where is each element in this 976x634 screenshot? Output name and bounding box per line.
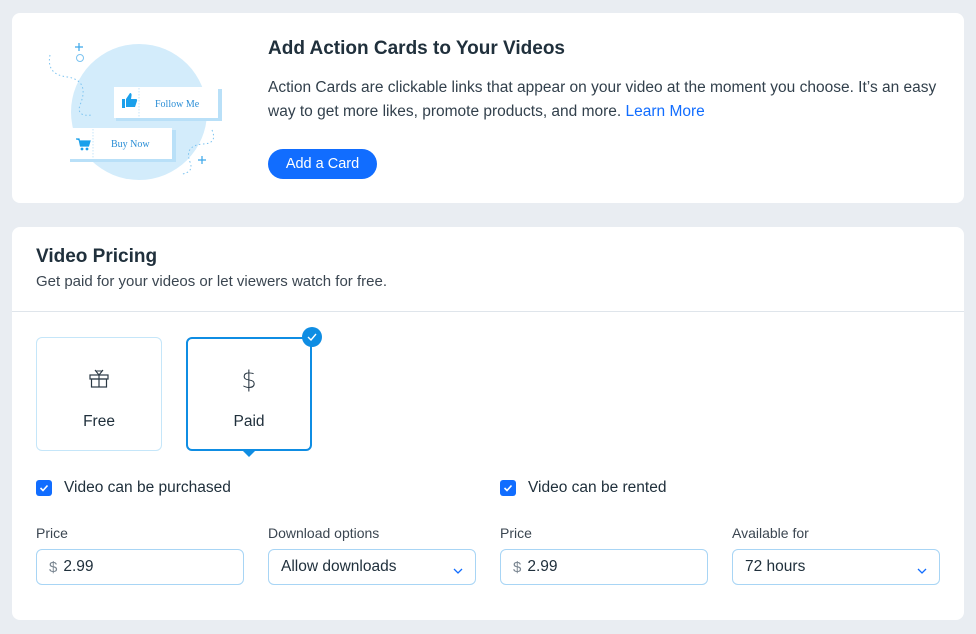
video-pricing-subtitle: Get paid for your videos or let viewers … (36, 273, 387, 290)
purchase-price-input[interactable]: $ 2.99 (36, 549, 244, 585)
pricing-option-free[interactable]: Free (36, 337, 162, 451)
dollar-icon: $ (241, 366, 257, 394)
purchase-checkbox[interactable]: Video can be purchased (36, 479, 231, 497)
follow-me-card: Follow Me (114, 87, 222, 121)
download-options-select[interactable]: Allow downloads (268, 549, 476, 585)
svg-text:Follow Me: Follow Me (155, 99, 200, 110)
purchase-checkbox-label: Video can be purchased (64, 479, 231, 496)
selection-pointer (243, 451, 255, 457)
buy-now-card: Buy Now (68, 128, 176, 162)
download-options-label: Download options (268, 525, 380, 541)
video-pricing-title: Video Pricing (36, 246, 158, 267)
pricing-option-paid-label: Paid (233, 413, 265, 430)
rent-price-label: Price (500, 525, 532, 541)
divider (12, 311, 964, 312)
currency-symbol: $ (49, 558, 58, 576)
rent-price-input[interactable]: $ 2.99 (500, 549, 708, 585)
download-options-value: Allow downloads (281, 558, 397, 575)
available-for-value: 72 hours (745, 558, 806, 575)
rent-price-value: 2.99 (527, 558, 558, 575)
chevron-down-icon (917, 562, 927, 580)
selected-check-icon (302, 327, 322, 347)
pricing-option-paid[interactable]: $ Paid (186, 327, 322, 457)
action-cards-description-text: Action Cards are clickable links that ap… (268, 79, 937, 120)
action-cards-title: Add Action Cards to Your Videos (268, 38, 565, 59)
svg-text:Buy Now: Buy Now (111, 139, 150, 150)
rent-checkbox-label: Video can be rented (528, 479, 667, 496)
add-card-button[interactable]: Add a Card (268, 149, 377, 179)
pricing-option-free-label: Free (83, 413, 115, 430)
rent-checkbox[interactable]: Video can be rented (500, 479, 666, 497)
available-for-label: Available for (732, 525, 809, 541)
action-cards-panel: Follow Me Buy Now Add Action Cards to Yo… (12, 13, 964, 203)
action-cards-illustration: Follow Me Buy Now (48, 43, 222, 180)
purchase-price-value: 2.99 (63, 558, 94, 575)
checkbox-checked-icon (36, 480, 52, 496)
purchase-price-label: Price (36, 525, 68, 541)
gift-icon (37, 366, 161, 390)
available-for-select[interactable]: 72 hours (732, 549, 940, 585)
video-pricing-panel: Video Pricing Get paid for your videos o… (12, 227, 964, 620)
action-cards-description: Action Cards are clickable links that ap… (268, 76, 948, 124)
learn-more-link[interactable]: Learn More (626, 103, 705, 120)
checkbox-checked-icon (500, 480, 516, 496)
chevron-down-icon (453, 562, 463, 580)
currency-symbol: $ (513, 558, 522, 576)
